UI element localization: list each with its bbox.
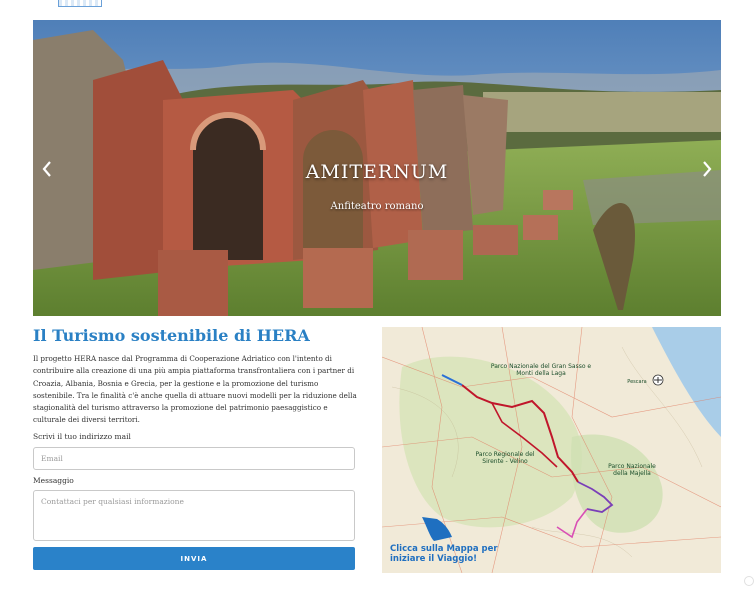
message-label: Messaggio bbox=[33, 476, 74, 485]
section-title: Il Turismo sostenibile di HERA bbox=[33, 326, 310, 345]
scroll-indicator bbox=[744, 576, 754, 586]
chevron-right-icon bbox=[703, 161, 712, 177]
interactive-map[interactable]: Parco Nazionale del Gran Sasso e Monti d… bbox=[382, 327, 721, 573]
submit-button[interactable]: INVIA bbox=[33, 547, 355, 570]
map-label-majella: Parco Nazionale della Majella bbox=[608, 463, 656, 477]
hero-slider: AMITERNUM Anfiteatro romano bbox=[33, 20, 721, 316]
slider-prev-button[interactable] bbox=[40, 158, 54, 180]
email-input[interactable] bbox=[33, 447, 355, 470]
email-label: Scrivi il tuo indirizzo mail bbox=[33, 432, 131, 441]
chevron-left-icon bbox=[42, 161, 51, 177]
site-logo[interactable] bbox=[58, 0, 102, 7]
map-label-sirente: Parco Regionale del Sirente - Velino bbox=[475, 451, 535, 465]
hero-title: AMITERNUM bbox=[305, 161, 449, 183]
map-label-gran-sasso: Parco Nazionale del Gran Sasso e Monti d… bbox=[490, 363, 592, 377]
map-label-pescara: Pescara bbox=[627, 379, 647, 385]
intro-text: Il progetto HERA nasce dal Programma di … bbox=[33, 354, 357, 425]
message-input[interactable] bbox=[33, 490, 355, 541]
slider-next-button[interactable] bbox=[700, 158, 714, 180]
map-cta-text: Clicca sulla Mappa per iniziare il Viagg… bbox=[390, 544, 498, 564]
hero-subtitle: Anfiteatro romano bbox=[330, 201, 424, 212]
